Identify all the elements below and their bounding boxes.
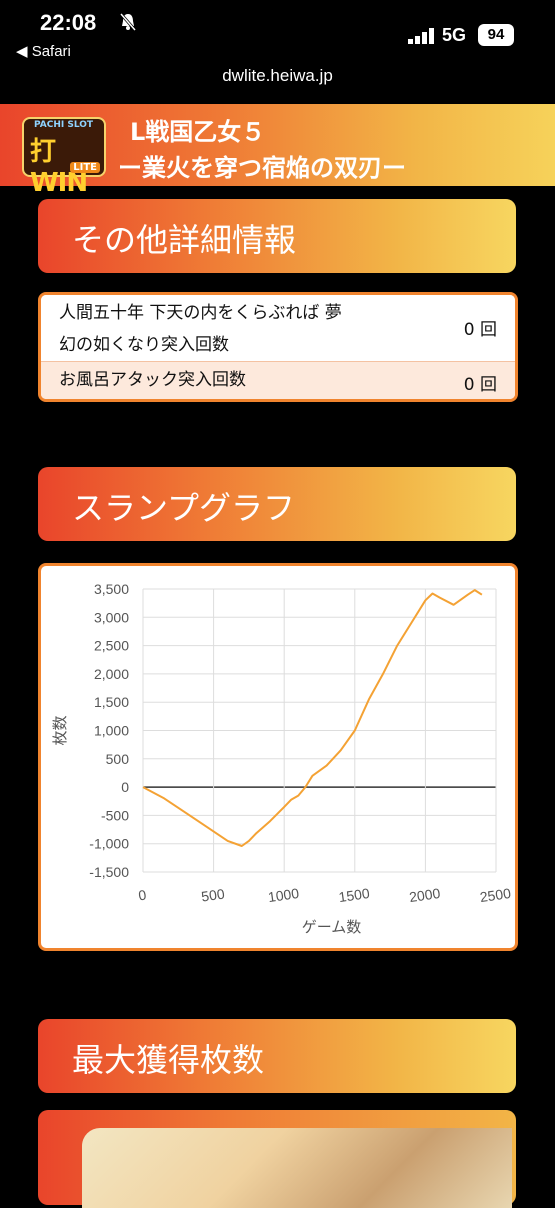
y-tick-label: 2,000 (94, 666, 129, 682)
y-tick-label: 500 (106, 751, 130, 767)
x-tick-label: 2000 (408, 885, 441, 905)
dawin-lite-logo[interactable]: PACHI SLOT 打WIN LITE (22, 117, 106, 198)
y-tick-label: -1,500 (89, 864, 129, 880)
slump-graph-chart: 3,500 3,000 2,500 2,000 1,500 1,000 500 0 -500 -1… (38, 563, 518, 951)
x-tick-label: 2500 (479, 885, 512, 905)
section-header-max-gain: 最大獲得枚数 (38, 1019, 516, 1093)
table-row: 人間五十年 下天の内をくらぶれば 夢幻の如くなり突入回数 0 回 (41, 295, 515, 361)
x-tick-label: 1500 (338, 885, 371, 905)
table-row: お風呂アタック突入回数 0 回 (41, 361, 515, 399)
clock: 22:08 (40, 10, 97, 35)
y-tick-label: 2,500 (94, 638, 129, 654)
row-value: 0 回 (463, 320, 497, 340)
network-type: 5G (442, 25, 467, 45)
status-bar: 22:08 ◀ Safari 5G 94 (0, 0, 555, 62)
machine-subtitle: ー業火を穿つ宿焔の双刃ー (118, 154, 406, 182)
y-tick-label: -500 (101, 807, 129, 823)
x-tick-label: 500 (200, 885, 226, 904)
x-tick-label: 0 (137, 887, 147, 904)
slump-graph-svg: 3,500 3,000 2,500 2,000 1,500 1,000 500 0 -500 -1… (51, 581, 512, 936)
machine-title: L戦国乙女５ (130, 118, 266, 146)
back-to-safari-link[interactable]: ◀ Safari (16, 42, 71, 60)
cellular-signal-icon (408, 28, 434, 44)
y-tick-label: 3,000 (94, 609, 129, 625)
max-gain-panel (38, 1110, 516, 1208)
battery-indicator: 94 (478, 24, 514, 46)
y-tick-label: -1,000 (89, 836, 129, 852)
x-axis-label: ゲーム数 (302, 918, 362, 936)
silent-bell-icon (119, 13, 137, 31)
row-label: お風呂アタック突入回数 (59, 370, 246, 390)
y-tick-label: 1,500 (94, 694, 129, 710)
y-tick-label: 3,500 (94, 581, 129, 597)
address-bar-url[interactable]: dwlite.heiwa.jp (0, 66, 555, 86)
row-value: 0 回 (463, 375, 497, 395)
x-tick-label: 1000 (267, 885, 300, 905)
section-header-other-info: その他詳細情報 (38, 199, 516, 273)
section-header-slump-graph: スランプグラフ (38, 467, 516, 541)
row-label: 人間五十年 下天の内をくらぶれば 夢幻の如くなり突入回数 (59, 303, 342, 355)
y-axis-label: 枚数 (51, 715, 69, 745)
series-line (142, 589, 483, 847)
info-table: 人間五十年 下天の内をくらぶれば 夢幻の如くなり突入回数 0 回 お風呂アタック… (38, 292, 518, 402)
y-tick-label: 1,000 (94, 723, 129, 739)
character-artwork (82, 1128, 512, 1208)
y-tick-label: 0 (121, 779, 129, 795)
